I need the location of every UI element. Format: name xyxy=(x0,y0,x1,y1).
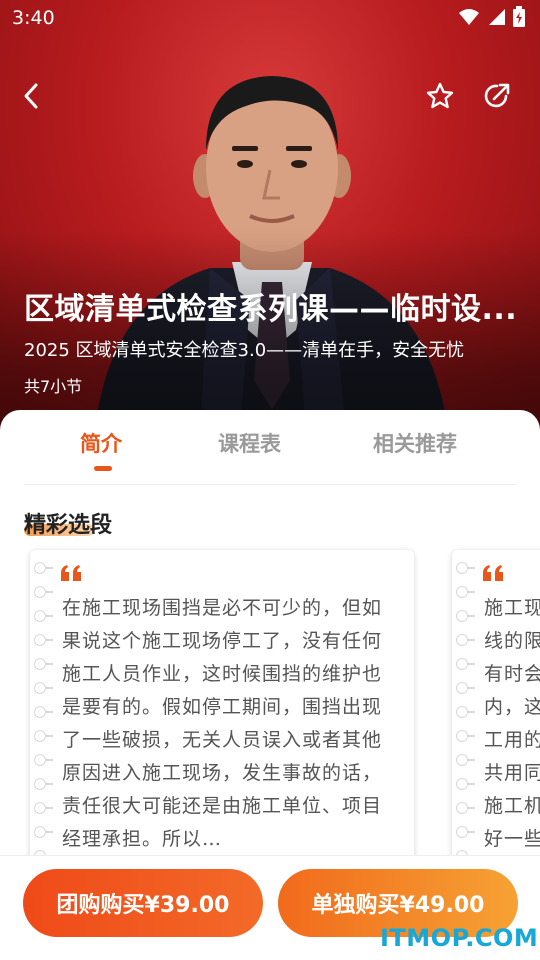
excerpt-text: 施工现线的限有时会内，这工用的共用同施工机好一些 xyxy=(484,597,540,850)
site-watermark: ITMOP.COM xyxy=(380,924,539,952)
tab-bar: 简介 课程表 相关推荐 xyxy=(24,410,516,485)
excerpt-text: 在施工现场围挡是必不可少的，但如果说这个施工现场停工了，没有任何施工人员作业，这… xyxy=(62,597,383,850)
tab-schedule[interactable]: 课程表 xyxy=(218,428,281,458)
course-cover xyxy=(0,0,540,430)
status-bar: 3:40 xyxy=(0,0,540,38)
star-icon xyxy=(426,82,454,109)
cell-signal-icon xyxy=(489,9,505,25)
battery-icon xyxy=(513,6,525,27)
back-button[interactable] xyxy=(12,76,52,116)
active-tab-indicator xyxy=(94,466,112,471)
cover-gradient xyxy=(0,230,540,430)
group-buy-button[interactable]: 团购购买¥39.00 xyxy=(23,869,263,937)
notebook-rings xyxy=(452,562,475,898)
tab-recommend[interactable]: 相关推荐 xyxy=(373,428,457,458)
section-title: 精彩选段 xyxy=(24,513,113,538)
quote-mark-icon xyxy=(483,565,503,581)
quote-mark-icon xyxy=(61,565,81,581)
favorite-button[interactable] xyxy=(420,76,460,116)
notebook-rings xyxy=(30,562,53,898)
lesson-count: 共7小节 xyxy=(24,377,83,396)
course-title: 区域清单式检查系列课——临时设... xyxy=(24,292,518,327)
share-icon xyxy=(484,83,510,108)
wifi-icon xyxy=(459,9,479,25)
tab-intro[interactable]: 简介 xyxy=(80,428,122,458)
status-icons xyxy=(458,6,526,28)
status-time: 3:40 xyxy=(12,7,55,29)
chevron-left-icon xyxy=(24,83,38,109)
course-subtitle: 2025 区域清单式安全检查3.0——清单在手，安全无忧 xyxy=(24,340,465,361)
share-button[interactable] xyxy=(477,76,517,116)
